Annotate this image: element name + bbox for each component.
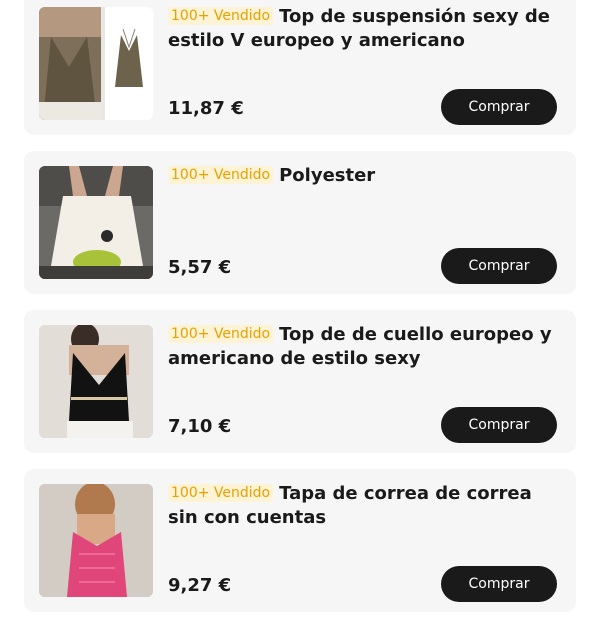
product-list: 100+ Vendido Top de suspensión sexy de es… (24, 0, 576, 628)
product-card[interactable]: 100+ Vendido Top de suspensión sexy de es… (24, 0, 576, 135)
product-photo (39, 325, 153, 438)
product-price: 5,57 € (168, 257, 232, 278)
product-title[interactable]: 100+ Vendido Tapa de correa de correa sin… (168, 482, 564, 530)
buy-button[interactable]: Comprar (441, 566, 557, 602)
product-image[interactable] (39, 325, 153, 438)
product-price: 9,27 € (168, 575, 232, 596)
buy-button[interactable]: Comprar (441, 89, 557, 125)
product-image[interactable] (39, 484, 153, 597)
product-price: 7,10 € (168, 416, 232, 437)
product-title[interactable]: 100+ Vendido Top de suspensión sexy de es… (168, 5, 564, 53)
sold-badge: 100+ Vendido (168, 325, 274, 343)
buy-button[interactable]: Comprar (441, 407, 557, 443)
sold-badge: 100+ Vendido (168, 484, 274, 502)
product-photo (39, 7, 153, 120)
product-photo (39, 484, 153, 597)
buy-button[interactable]: Comprar (441, 248, 557, 284)
product-title-text: Polyester (279, 165, 376, 186)
product-image[interactable] (39, 7, 153, 120)
sold-badge: 100+ Vendido (168, 166, 274, 184)
product-card[interactable]: 100+ Vendido Polyester 5,57 € Comprar (24, 151, 576, 294)
product-title[interactable]: 100+ Vendido Polyester (168, 164, 564, 188)
product-price: 11,87 € (168, 98, 244, 119)
product-card[interactable]: 100+ Vendido Tapa de correa de correa sin… (24, 469, 576, 612)
product-card[interactable]: 100+ Vendido Top de de cuello europeo y a… (24, 310, 576, 453)
sold-badge: 100+ Vendido (168, 7, 274, 25)
product-photo (39, 166, 153, 279)
product-title[interactable]: 100+ Vendido Top de de cuello europeo y a… (168, 323, 564, 371)
product-image[interactable] (39, 166, 153, 279)
